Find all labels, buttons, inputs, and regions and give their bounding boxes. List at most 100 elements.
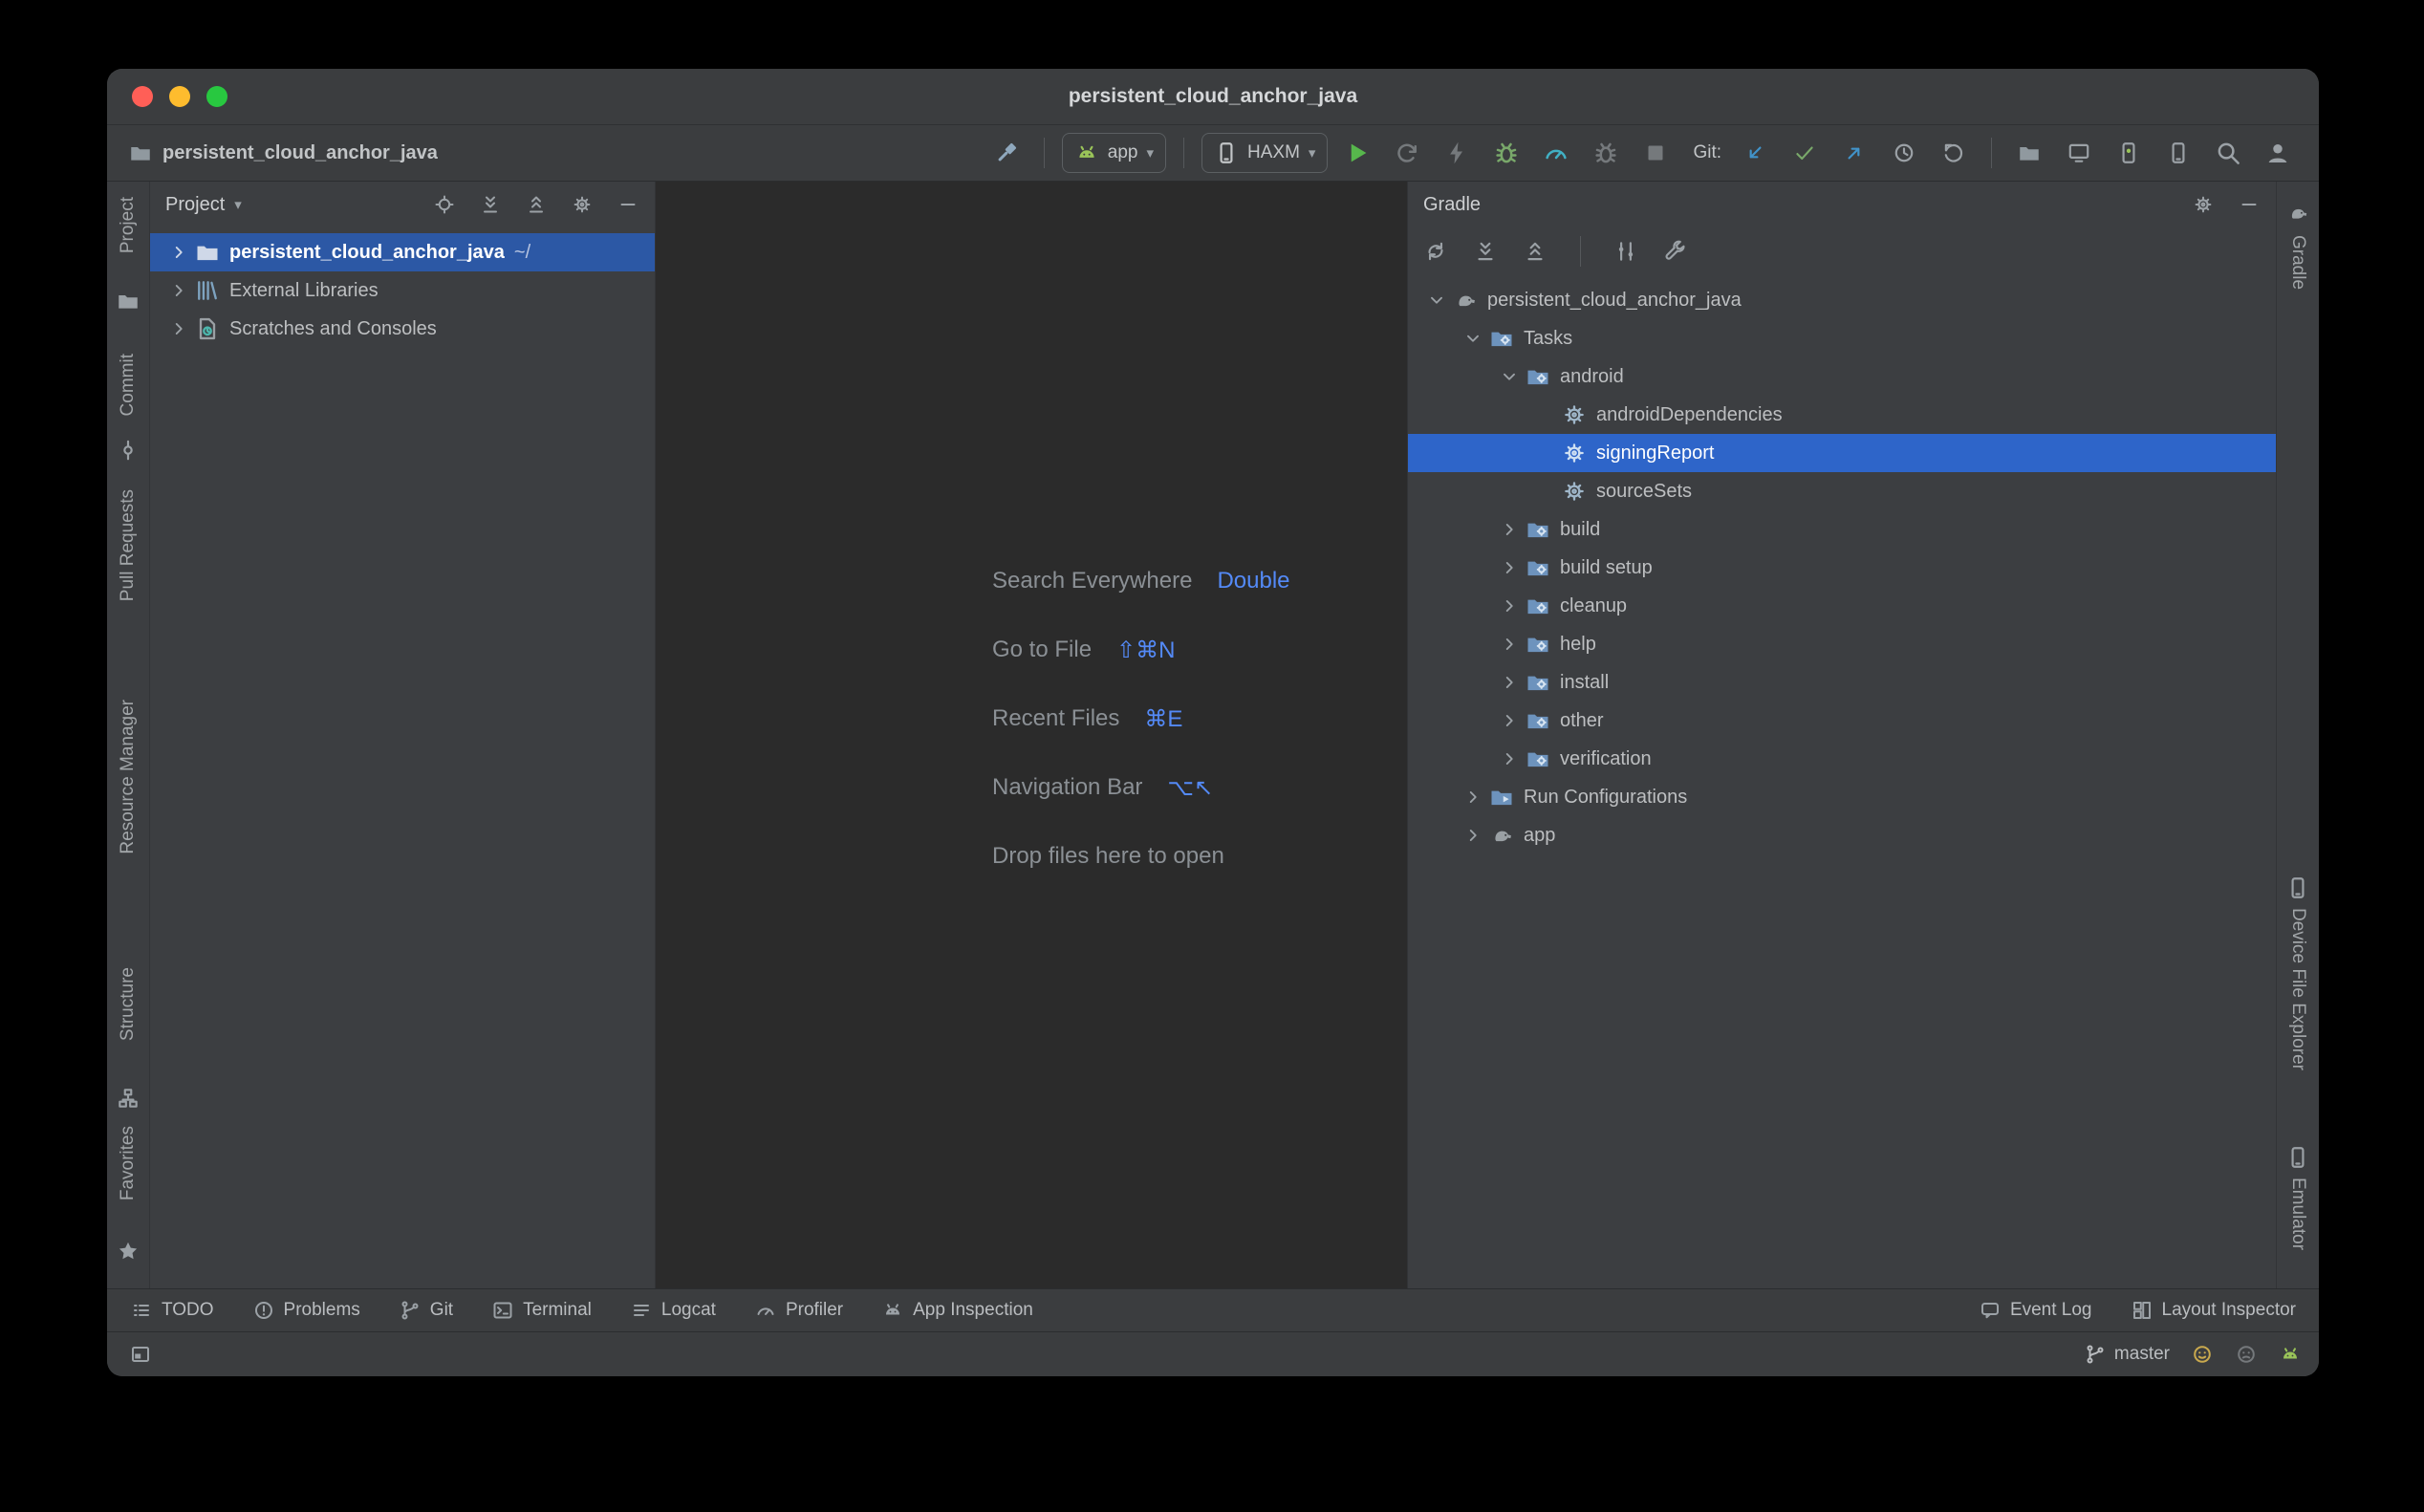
chevron-down-icon[interactable] [1421, 290, 1452, 311]
debug-button[interactable] [1486, 133, 1526, 173]
toolwindow-stripe-button[interactable]: Commit [107, 354, 149, 416]
hide-panel-icon[interactable] [2238, 193, 2261, 216]
gradle-tree-row[interactable]: install [1408, 663, 2276, 702]
chevron-down-icon[interactable] [1494, 366, 1525, 387]
settings-gear-icon[interactable] [2192, 193, 2215, 216]
collapse-all-icon[interactable] [525, 193, 548, 216]
minimize-window-button[interactable] [169, 86, 190, 107]
toolwindow-toggle-button[interactable] [124, 1338, 157, 1371]
rollback-button[interactable] [1934, 133, 1974, 173]
editor-area[interactable]: Search Everywhere Double Go to File ⇧⌘N … [656, 182, 1407, 1288]
toolwindow-stripe-button[interactable]: Structure [107, 967, 149, 1041]
search-everywhere-button[interactable] [2208, 133, 2248, 173]
star-icon[interactable] [107, 1239, 149, 1264]
profile-button[interactable] [1536, 133, 1576, 173]
collapse-all-icon[interactable] [1523, 239, 1547, 264]
changes-view-button[interactable] [2009, 133, 2049, 173]
settings-gear-icon[interactable] [571, 193, 594, 216]
toolwindow-button-app-inspection[interactable]: App Inspection [881, 1299, 1033, 1322]
toolwindow-button-terminal[interactable]: Terminal [491, 1299, 592, 1322]
gradle-tree-row[interactable]: help [1408, 625, 2276, 663]
expand-all-icon[interactable] [479, 193, 502, 216]
chevron-down-icon[interactable] [1458, 328, 1488, 349]
close-window-button[interactable] [132, 86, 153, 107]
device-manager-button[interactable] [2109, 133, 2149, 173]
folder-icon[interactable] [107, 289, 149, 313]
gradle-refresh-icon[interactable] [1423, 239, 1448, 264]
chevron-right-icon[interactable] [1494, 672, 1525, 693]
device-select[interactable]: HAXM ▾ [1201, 133, 1328, 173]
chevron-right-icon[interactable] [1458, 825, 1488, 846]
feedback-frown-icon[interactable] [2235, 1343, 2258, 1366]
toolwindow-stripe-button[interactable]: Gradle [2277, 235, 2319, 290]
history-button[interactable] [1884, 133, 1924, 173]
toolwindow-button-layout-inspector[interactable]: Layout Inspector [2131, 1299, 2296, 1322]
gradle-tree-row[interactable]: androidDependencies [1408, 396, 2276, 434]
gradle-tree-row[interactable]: build setup [1408, 549, 2276, 587]
run-config-select[interactable]: app ▾ [1062, 133, 1166, 173]
gradle-tree-row[interactable]: build [1408, 510, 2276, 549]
android-status-icon[interactable] [2279, 1343, 2302, 1366]
toolwindow-stripe-button[interactable]: Project [107, 197, 149, 253]
gradle-tree-row[interactable]: Tasks [1408, 319, 2276, 357]
toolwindow-stripe-button[interactable]: Favorites [107, 1126, 149, 1200]
toolwindow-stripe-button[interactable]: Emulator [2277, 1177, 2319, 1250]
push-button[interactable] [1834, 133, 1874, 173]
phone-icon[interactable] [2277, 1145, 2319, 1170]
toolwindow-button-git[interactable]: Git [399, 1299, 453, 1322]
gradle-icon[interactable] [2277, 201, 2319, 226]
structure-icon[interactable] [107, 1086, 149, 1111]
chevron-right-icon[interactable] [1494, 519, 1525, 540]
toolwindow-button-problems[interactable]: Problems [252, 1299, 360, 1322]
chevron-right-icon[interactable] [1494, 557, 1525, 578]
emulator-button[interactable] [2158, 133, 2198, 173]
gradle-tree-row[interactable]: other [1408, 702, 2276, 740]
breadcrumb[interactable]: persistent_cloud_anchor_java [128, 140, 438, 165]
commit-icon[interactable] [107, 438, 149, 463]
project-tree-row[interactable]: persistent_cloud_anchor_java ~/ [150, 233, 655, 271]
project-panel-title[interactable]: Project [165, 194, 225, 216]
chevron-right-icon[interactable] [163, 280, 194, 301]
project-tree-row[interactable]: External Libraries [150, 271, 655, 310]
chevron-right-icon[interactable] [1494, 748, 1525, 769]
toolwindow-stripe-button[interactable]: Pull Requests [107, 489, 149, 601]
gradle-tree-row[interactable]: cleanup [1408, 587, 2276, 625]
toolwindow-button-profiler[interactable]: Profiler [754, 1299, 843, 1322]
gradle-tree-row[interactable]: Run Configurations [1408, 778, 2276, 816]
phone-icon[interactable] [2277, 875, 2319, 900]
chevron-right-icon[interactable] [1494, 595, 1525, 616]
gradle-tree-row[interactable]: signingReport [1408, 434, 2276, 472]
gradle-tree-row[interactable]: persistent_cloud_anchor_java [1408, 281, 2276, 319]
gradle-tree-row[interactable]: app [1408, 816, 2276, 854]
toolwindow-button-todo[interactable]: TODO [130, 1299, 214, 1322]
toolwindow-button-event-log[interactable]: Event Log [1979, 1299, 2092, 1322]
gradle-tree-row[interactable]: sourceSets [1408, 472, 2276, 510]
chevron-right-icon[interactable] [1494, 710, 1525, 731]
locate-file-icon[interactable] [433, 193, 456, 216]
offline-mode-icon[interactable] [1613, 239, 1638, 264]
toolwindow-stripe-button[interactable]: Resource Manager [107, 700, 149, 854]
project-tree-row[interactable]: Scratches and Consoles [150, 310, 655, 348]
gradle-tree-row[interactable]: verification [1408, 740, 2276, 778]
apply-changes-button[interactable] [1437, 133, 1477, 173]
build-button[interactable] [986, 133, 1027, 173]
chevron-right-icon[interactable] [163, 318, 194, 339]
rerun-button[interactable] [1387, 133, 1427, 173]
gradle-tree-row[interactable]: android [1408, 357, 2276, 396]
gradle-settings-wrench-icon[interactable] [1663, 239, 1688, 264]
stop-button[interactable] [1635, 133, 1676, 173]
run-button[interactable] [1337, 133, 1377, 173]
toolwindow-button-logcat[interactable]: Logcat [630, 1299, 716, 1322]
commit-button[interactable] [1785, 133, 1825, 173]
chevron-right-icon[interactable] [1494, 634, 1525, 655]
hide-panel-icon[interactable] [617, 193, 639, 216]
chevron-right-icon[interactable] [163, 242, 194, 263]
chevron-right-icon[interactable] [1458, 787, 1488, 808]
toolwindow-stripe-button[interactable]: Device File Explorer [2277, 908, 2319, 1070]
attach-debugger-button[interactable] [1586, 133, 1626, 173]
expand-all-icon[interactable] [1473, 239, 1498, 264]
zoom-window-button[interactable] [206, 86, 227, 107]
profile-avatar-button[interactable] [2258, 133, 2298, 173]
running-devices-button[interactable] [2059, 133, 2099, 173]
update-project-button[interactable] [1735, 133, 1775, 173]
